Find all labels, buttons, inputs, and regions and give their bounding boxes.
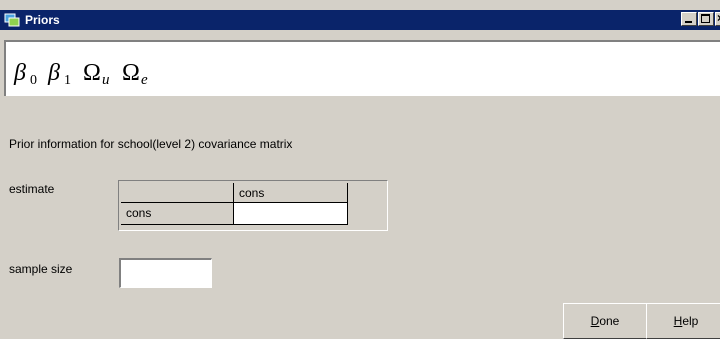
close-icon[interactable]: × — [715, 11, 720, 26]
done-label-rest: one — [599, 314, 620, 328]
priors-window: Priors × β 0 β 1 Ω u Ω e Prior informati… — [0, 0, 720, 339]
beta1-subscript: 1 — [64, 73, 71, 88]
grid-corner-cell — [121, 183, 234, 203]
done-button[interactable]: Done — [563, 303, 647, 339]
prior-info-label: Prior information for school(level 2) co… — [9, 137, 293, 151]
grid-column-header: cons — [234, 183, 348, 203]
omega-u-symbol: Ω — [83, 60, 101, 86]
title-bar[interactable]: Priors × — [0, 10, 720, 30]
omega-e-symbol: Ω — [122, 60, 140, 86]
formula-display: β 0 β 1 Ω u Ω e — [13, 60, 148, 88]
grid-value-cell[interactable] — [234, 203, 348, 225]
omega-u-subscript: u — [102, 72, 110, 88]
beta0-symbol: β — [13, 60, 26, 86]
done-mnemonic: D — [590, 314, 600, 328]
help-label-rest: elp — [682, 314, 699, 328]
omega-e-subscript: e — [141, 72, 148, 88]
maximize-icon[interactable] — [698, 12, 714, 26]
estimate-label: estimate — [9, 182, 55, 196]
beta0-subscript: 0 — [30, 73, 37, 88]
formula-panel: β 0 β 1 Ω u Ω e — [4, 40, 720, 96]
minimize-icon[interactable] — [681, 12, 697, 26]
grid-row-header: cons — [121, 203, 234, 225]
row-header-label: cons — [126, 206, 152, 220]
sample-size-label: sample size — [9, 262, 73, 276]
sample-size-input[interactable] — [119, 258, 212, 288]
window-title: Priors — [25, 13, 60, 27]
help-button[interactable]: Help — [646, 303, 720, 339]
app-icon — [4, 13, 20, 27]
svg-text:β 0 β: β 0 β 1 Ω u Ω e — [13, 60, 148, 88]
beta1-symbol: β — [47, 60, 60, 86]
estimate-grid: cons cons — [118, 180, 388, 231]
column-header-label: cons — [239, 186, 265, 200]
